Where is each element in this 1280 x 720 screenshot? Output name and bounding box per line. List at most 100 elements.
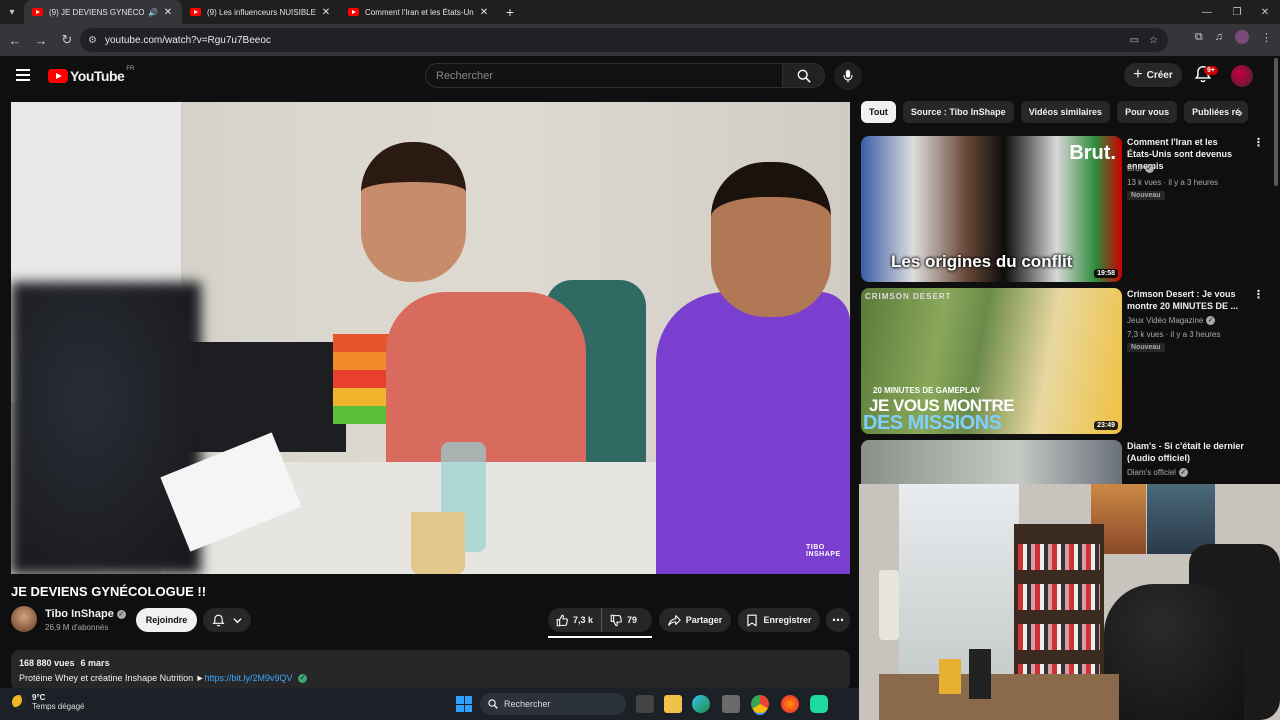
- search-input[interactable]: [436, 69, 782, 82]
- recommendation-item[interactable]: Brut. Les origines du conflit 19:58 Comm…: [861, 136, 1264, 282]
- extensions-icon[interactable]: ⧉: [1195, 31, 1203, 44]
- cast-icon[interactable]: ▭: [1130, 35, 1139, 46]
- close-icon[interactable]: ✕: [478, 7, 490, 18]
- forward-icon[interactable]: →: [28, 27, 54, 53]
- tab-iran[interactable]: Comment l'Iran et les États-Uni ✕: [340, 0, 498, 24]
- windows-start-icon[interactable]: [456, 696, 472, 712]
- address-bar[interactable]: ⚙ youtube.com/watch?v=Rgu7u7Beeoc ▭ ☆: [80, 28, 1168, 52]
- join-button[interactable]: Rejoindre: [136, 608, 197, 632]
- description-text: Protéine Whey et créatine Inshape Nutrit…: [19, 673, 205, 683]
- chrome-icon[interactable]: [751, 695, 769, 713]
- edge-icon[interactable]: [692, 695, 710, 713]
- reload-icon[interactable]: ↻: [54, 27, 80, 53]
- save-button[interactable]: Enregistrer: [738, 608, 820, 632]
- taskbar-search[interactable]: Rechercher: [480, 693, 626, 715]
- tab-gynecologue[interactable]: (9) JE DEVIENS GYNÉCOLO 🔊 ✕: [24, 0, 182, 24]
- recommendation-title[interactable]: Diam's - Si c'était le dernier (Audio of…: [1127, 440, 1245, 464]
- verified-check-icon: ✓: [1206, 316, 1216, 326]
- channel-name[interactable]: Tibo InShape: [45, 608, 114, 620]
- description-box[interactable]: 168 880 vues 6 mars Protéine Whey et créa…: [11, 650, 850, 690]
- video-frame-doctor: [386, 292, 586, 482]
- video-player[interactable]: TIBO INSHAPE: [11, 102, 850, 574]
- thumbs-down-icon: [610, 614, 622, 626]
- close-icon[interactable]: ✕: [320, 7, 332, 18]
- recommendation-item[interactable]: CRIMSON DESERT 20 MINUTES DE GAMEPLAY JE…: [861, 288, 1264, 434]
- page-scrollbar[interactable]: [1274, 58, 1280, 188]
- voice-search-button[interactable]: [834, 62, 862, 90]
- search-button[interactable]: [783, 63, 825, 88]
- recommendation-title[interactable]: Crimson Desert : Je vous montre 20 MINUT…: [1127, 288, 1245, 312]
- chip-for-you[interactable]: Pour vous: [1117, 101, 1178, 123]
- recommendation-thumbnail[interactable]: CRIMSON DESERT 20 MINUTES DE GAMEPLAY JE…: [861, 288, 1122, 434]
- task-view-icon[interactable]: [636, 695, 654, 713]
- tab-search-button[interactable]: ▾: [0, 0, 24, 24]
- search-field[interactable]: [425, 63, 783, 88]
- chip-source[interactable]: Source : Tibo InShape: [902, 101, 1014, 123]
- share-button[interactable]: Partager: [659, 608, 731, 632]
- media-icon[interactable]: ♫: [1215, 31, 1223, 43]
- dislike-button[interactable]: 79: [602, 608, 645, 632]
- bookmark-star-icon[interactable]: ☆: [1149, 35, 1158, 46]
- chevron-right-icon[interactable]: ›: [1238, 104, 1243, 120]
- description-link[interactable]: https://bit.ly/2M9v9QV: [205, 673, 293, 683]
- channel-name-container[interactable]: Tibo InShape ✓: [45, 608, 126, 620]
- search-icon: [488, 699, 498, 709]
- upload-date: 6 mars: [80, 658, 110, 668]
- more-actions-icon[interactable]: ⋯: [826, 608, 850, 632]
- webcam-overlay: [859, 484, 1280, 720]
- speaker-icon[interactable]: 🔊: [148, 8, 158, 17]
- recommendation-thumbnail[interactable]: [861, 440, 1122, 484]
- thumbnail-brand: Brut.: [1069, 142, 1116, 164]
- profile-avatar[interactable]: [1235, 30, 1249, 44]
- file-explorer-icon[interactable]: [664, 695, 682, 713]
- create-button[interactable]: + Créer: [1124, 63, 1182, 87]
- recommendation-channel[interactable]: Brut: [1127, 164, 1142, 173]
- youtube-favicon-icon: [32, 8, 43, 16]
- kebab-menu-icon[interactable]: ⋮: [1253, 288, 1264, 301]
- recommendation-channel-row: Jeux Vidéo Magazine ✓: [1127, 316, 1216, 326]
- like-button[interactable]: 7,3 k: [548, 608, 603, 632]
- recommendation-channel[interactable]: Jeux Vidéo Magazine: [1127, 316, 1203, 325]
- recommendation-channel-row: Diam's officiel ✓: [1127, 468, 1188, 478]
- thumbnail-caption: Les origines du conflit: [891, 252, 1073, 271]
- share-icon: [668, 614, 681, 626]
- chip-similar[interactable]: Vidéos similaires: [1020, 101, 1111, 123]
- plus-icon: +: [1133, 66, 1143, 83]
- tab-label: (9) JE DEVIENS GYNÉCOLO: [49, 7, 145, 17]
- recommendation-item[interactable]: Diam's - Si c'était le dernier (Audio of…: [861, 440, 1256, 484]
- subscription-bell-button[interactable]: [203, 608, 251, 632]
- video-frame-host: [656, 292, 850, 574]
- chip-all[interactable]: Tout: [861, 101, 896, 123]
- youtube-logo[interactable]: YouTube FR: [48, 66, 134, 84]
- bookmark-icon: [747, 614, 758, 626]
- site-info-icon[interactable]: ⚙: [88, 35, 97, 46]
- window-close-button[interactable]: ✕: [1248, 0, 1280, 24]
- video-title: JE DEVIENS GYNÉCOLOGUE !!: [11, 584, 207, 599]
- new-tab-button[interactable]: +: [498, 4, 522, 20]
- channel-avatar[interactable]: [11, 606, 37, 632]
- kebab-menu-icon[interactable]: ⋮: [1253, 440, 1256, 453]
- recommendation-thumbnail[interactable]: Brut. Les origines du conflit 19:58: [861, 136, 1122, 282]
- weather-widget[interactable]: 9°C Temps dégagé: [12, 693, 84, 711]
- tab-label: (9) Les influenceurs NUISIBLES: [207, 7, 316, 17]
- description-line: Protéine Whey et créatine Inshape Nutrit…: [19, 673, 842, 684]
- youtube-header: YouTube FR + Créer: [0, 56, 1280, 96]
- view-count: 168 880 vues: [19, 658, 75, 668]
- close-icon[interactable]: ✕: [162, 7, 174, 18]
- store-icon[interactable]: [722, 695, 740, 713]
- firefox-icon[interactable]: [781, 695, 799, 713]
- hamburger-menu-icon[interactable]: [16, 69, 30, 81]
- recommendation-channel[interactable]: Diam's officiel: [1127, 468, 1176, 477]
- back-icon[interactable]: ←: [2, 27, 28, 53]
- filter-chips: Tout Source : Tibo InShape Vidéos simila…: [861, 101, 1261, 123]
- menu-kebab-icon[interactable]: ⋮: [1261, 31, 1272, 44]
- search-icon: [797, 69, 811, 83]
- thumbs-up-icon: [556, 614, 568, 626]
- account-avatar[interactable]: [1231, 65, 1253, 87]
- notification-count-badge: 9+: [1204, 66, 1218, 75]
- tab-influenceurs[interactable]: (9) Les influenceurs NUISIBLES ✕: [182, 0, 340, 24]
- kebab-menu-icon[interactable]: ⋮: [1253, 136, 1264, 149]
- app-icon[interactable]: [810, 695, 828, 713]
- minimize-button[interactable]: —: [1190, 0, 1224, 24]
- like-ratio-bar: [548, 636, 652, 638]
